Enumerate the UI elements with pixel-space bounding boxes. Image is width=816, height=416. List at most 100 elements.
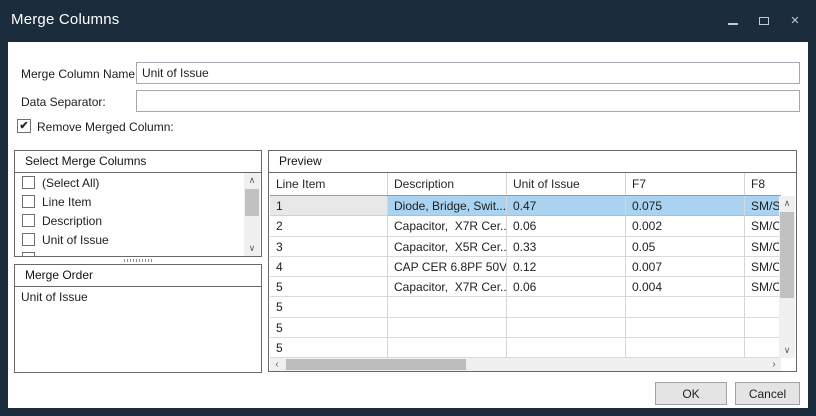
table-cell[interactable]: 5	[270, 297, 388, 317]
table-cell[interactable]	[388, 338, 507, 358]
table-row[interactable]: 2Capacitor, X7R Cer...0.060.002SM/C	[270, 216, 781, 236]
remove-merged-column-checkbox[interactable]: ✔	[17, 119, 31, 133]
table-cell[interactable]: 5	[270, 318, 388, 338]
merge-order-title: Merge Order	[15, 265, 261, 287]
table-cell[interactable]	[507, 318, 626, 338]
column-header[interactable]: F7	[626, 173, 745, 195]
table-row[interactable]: 1Diode, Bridge, Swit...0.470.075SM/S	[270, 196, 781, 216]
table-cell[interactable]: 1	[270, 196, 388, 216]
table-cell[interactable]	[626, 297, 745, 317]
panel-splitter[interactable]	[14, 257, 262, 264]
merge-column-option[interactable]: Line Item	[16, 192, 244, 211]
scroll-down-icon[interactable]: ∨	[779, 343, 795, 358]
table-cell[interactable]: Diode, Bridge, Swit...	[388, 196, 507, 216]
select-merge-columns-panel: Select Merge Columns (Select All)Line It…	[14, 150, 262, 257]
table-cell[interactable]	[507, 297, 626, 317]
merge-column-name-input[interactable]	[136, 62, 800, 84]
preview-vertical-scrollbar[interactable]: ∧ ∨	[779, 196, 795, 358]
merge-column-name-label: Merge Column Name:	[21, 67, 138, 81]
cancel-button[interactable]: Cancel	[735, 382, 800, 405]
merge-columns-list: (Select All) Line Item Description Unit of …	[16, 173, 244, 255]
preview-panel: Preview Line ItemDescriptionUnit of Issu…	[268, 150, 797, 372]
checkbox-icon[interactable]	[22, 214, 35, 227]
scroll-down-icon[interactable]: ∨	[244, 241, 260, 256]
table-cell[interactable]: 0.004	[626, 277, 745, 297]
preview-table-body: 1Diode, Bridge, Swit...0.470.075SM/S2Cap…	[270, 196, 781, 358]
column-header[interactable]: Description	[388, 173, 507, 195]
table-cell[interactable]: 0.002	[626, 216, 745, 236]
ok-button[interactable]: OK	[655, 382, 727, 405]
table-cell[interactable]: 0.06	[507, 277, 626, 297]
data-separator-input[interactable]	[136, 90, 800, 112]
table-row[interactable]: 3Capacitor, X5R Cer...0.330.05SM/C	[270, 237, 781, 257]
close-button[interactable]: ✕	[788, 14, 802, 28]
table-cell[interactable]: 5	[270, 277, 388, 297]
preview-column-headers: Line ItemDescriptionUnit of IssueF7F8	[270, 173, 781, 196]
checkbox-icon[interactable]	[22, 176, 35, 189]
option-label: Unit of Issue	[42, 233, 109, 247]
table-cell[interactable]: 5	[270, 338, 388, 358]
table-cell[interactable]	[745, 318, 781, 338]
table-cell[interactable]	[507, 338, 626, 358]
option-label: (Select All)	[42, 176, 99, 190]
merge-order-item[interactable]: Unit of Issue	[16, 287, 260, 304]
table-cell[interactable]: 2	[270, 216, 388, 236]
table-cell[interactable]: SM/C	[745, 216, 781, 236]
table-cell[interactable]: 0.33	[507, 237, 626, 257]
table-cell[interactable]: 0.06	[507, 216, 626, 236]
table-cell[interactable]: Capacitor, X7R Cer...	[388, 216, 507, 236]
merge-column-option[interactable]: Description	[16, 211, 244, 230]
table-cell[interactable]	[745, 338, 781, 358]
table-cell[interactable]: SM/S	[745, 196, 781, 216]
scrollbar-thumb[interactable]	[780, 212, 794, 298]
table-row[interactable]: 5Capacitor, X7R Cer...0.060.004SM/C	[270, 277, 781, 297]
scroll-up-icon[interactable]: ∧	[244, 173, 260, 188]
titlebar[interactable]: Merge Columns ✕	[0, 0, 816, 42]
merge-column-option[interactable]: (Select All)	[16, 173, 244, 192]
merge-order-panel: Merge Order Unit of Issue	[14, 264, 262, 373]
table-cell[interactable]: 4	[270, 257, 388, 277]
scrollbar-thumb[interactable]	[245, 189, 259, 216]
table-row[interactable]: 5	[270, 338, 781, 358]
table-cell[interactable]: 0.007	[626, 257, 745, 277]
scroll-left-icon[interactable]: ‹	[270, 358, 284, 371]
table-cell[interactable]: Capacitor, X7R Cer...	[388, 277, 507, 297]
option-label: Line Item	[42, 195, 91, 209]
preview-horizontal-scrollbar[interactable]: ‹ ›	[270, 358, 781, 371]
checkbox-icon[interactable]	[22, 233, 35, 246]
maximize-button[interactable]	[757, 14, 771, 28]
table-cell[interactable]: 0.47	[507, 196, 626, 216]
checkbox-icon[interactable]	[22, 195, 35, 208]
partial-list-item	[22, 252, 35, 256]
table-cell[interactable]: 0.075	[626, 196, 745, 216]
table-cell[interactable]: 0.12	[507, 257, 626, 277]
table-cell[interactable]: Capacitor, X5R Cer...	[388, 237, 507, 257]
minimize-icon	[728, 23, 738, 25]
preview-title: Preview	[269, 151, 796, 173]
minimize-button[interactable]	[726, 14, 740, 28]
column-header[interactable]: Line Item	[270, 173, 388, 195]
table-cell[interactable]	[626, 338, 745, 358]
table-cell[interactable]: CAP CER 6.8PF 50V...	[388, 257, 507, 277]
table-cell[interactable]	[388, 297, 507, 317]
column-header[interactable]: F8	[745, 173, 781, 195]
window-title: Merge Columns	[11, 11, 119, 28]
scroll-right-icon[interactable]: ›	[767, 358, 781, 371]
table-row[interactable]: 5	[270, 297, 781, 317]
table-row[interactable]: 5	[270, 318, 781, 338]
table-cell[interactable]: SM/C	[745, 237, 781, 257]
merge-column-option[interactable]: Unit of Issue	[16, 230, 244, 249]
table-cell[interactable]	[745, 297, 781, 317]
table-cell[interactable]	[626, 318, 745, 338]
table-cell[interactable]: SM/C	[745, 257, 781, 277]
table-cell[interactable]	[388, 318, 507, 338]
table-cell[interactable]: SM/C	[745, 277, 781, 297]
column-header[interactable]: Unit of Issue	[507, 173, 626, 195]
table-row[interactable]: 4CAP CER 6.8PF 50V...0.120.007SM/C	[270, 257, 781, 277]
columns-list-scrollbar[interactable]: ∧ ∨	[244, 173, 260, 256]
table-cell[interactable]: 0.05	[626, 237, 745, 257]
scroll-up-icon[interactable]: ∧	[779, 196, 795, 211]
table-cell[interactable]: 3	[270, 237, 388, 257]
scrollbar-thumb[interactable]	[286, 359, 466, 370]
merge-order-list: Unit of Issue	[16, 287, 260, 371]
